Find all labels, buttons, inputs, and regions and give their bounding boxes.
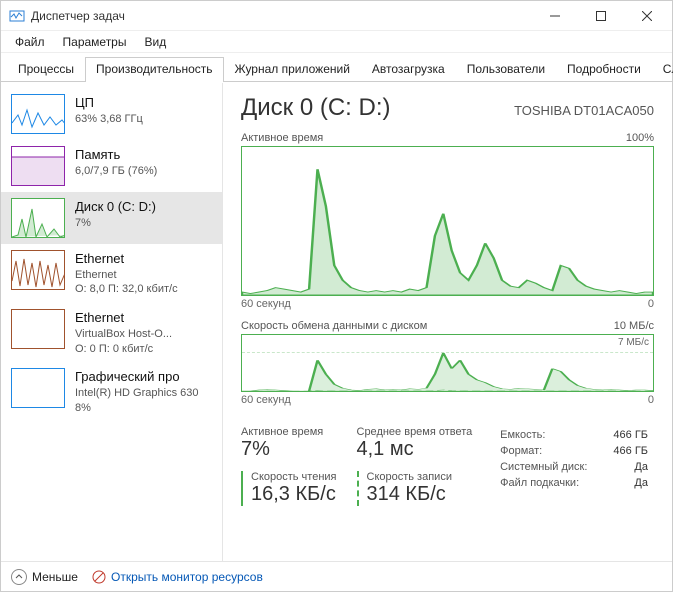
eth1-thumb <box>11 250 65 290</box>
prop-key: Файл подкачки: <box>500 476 591 490</box>
footer-bar: Меньше Открыть монитор ресурсов <box>1 561 672 591</box>
page-title: Диск 0 (C: D:) <box>241 94 391 122</box>
prop-key: Системный диск: <box>500 460 591 474</box>
open-resource-monitor-link[interactable]: Открыть монитор ресурсов <box>92 570 263 584</box>
chart1-x-right: 0 <box>648 298 654 310</box>
stat-response-value: 4,1 мс <box>357 438 473 461</box>
stat-write-value: 314 КБ/с <box>367 483 473 506</box>
disk-title: Диск 0 (C: D:) <box>75 198 156 216</box>
prop-val: 466 ГБ <box>593 428 652 442</box>
eth1-sub1: Ethernet <box>75 268 178 283</box>
minimize-button[interactable] <box>532 1 578 31</box>
tab-startup[interactable]: Автозагрузка <box>361 57 456 82</box>
tab-strip: Процессы Производительность Журнал прило… <box>1 53 672 82</box>
table-row: Файл подкачки:Да <box>500 476 652 490</box>
stat-active-value: 7% <box>241 438 337 461</box>
gpu-thumb <box>11 368 65 408</box>
stat-write-label: Скорость записи <box>367 471 473 483</box>
task-manager-window: Диспетчер задач Файл Параметры Вид Проце… <box>0 0 673 592</box>
stat-active-label: Активное время <box>241 426 337 438</box>
menu-options[interactable]: Параметры <box>55 33 135 51</box>
stat-active-time: Активное время 7% <box>241 426 337 461</box>
throughput-chart[interactable]: 7 МБ/с <box>241 334 654 392</box>
maximize-button[interactable] <box>578 1 624 31</box>
chevron-up-icon <box>11 569 27 585</box>
resource-monitor-icon <box>92 570 106 584</box>
eth1-sub2: О: 8,0 П: 32,0 кбит/с <box>75 282 178 297</box>
stat-response-time: Среднее время ответа 4,1 мс <box>357 426 473 461</box>
gpu-title: Графический про <box>75 368 199 386</box>
eth2-sub1: VirtualBox Host-O... <box>75 327 172 342</box>
throughput-chart-max: 10 МБ/с <box>614 320 654 332</box>
sidebar-item-memory[interactable]: Память 6,0/7,9 ГБ (76%) <box>1 140 222 192</box>
fewer-details-button[interactable]: Меньше <box>11 569 78 585</box>
chart1-x-left: 60 секунд <box>241 298 291 310</box>
stat-read-speed: Скорость чтения 16,3 КБ/с <box>241 471 337 506</box>
title-bar[interactable]: Диспетчер задач <box>1 1 672 31</box>
sidebar-item-ethernet-2[interactable]: Ethernet VirtualBox Host-O... О: 0 П: 0 … <box>1 303 222 362</box>
table-row: Системный диск:Да <box>500 460 652 474</box>
content-area: ЦП 63% 3,68 ГГц Память 6,0/7,9 ГБ (76%) <box>1 82 672 561</box>
sidebar-item-disk[interactable]: Диск 0 (C: D:) 7% <box>1 192 222 244</box>
tab-processes[interactable]: Процессы <box>7 57 85 82</box>
chart2-x-right: 0 <box>648 394 654 406</box>
throughput-sublabel: 7 МБ/с <box>618 337 649 348</box>
stat-read-label: Скорость чтения <box>251 471 337 483</box>
table-row: Формат:466 ГБ <box>500 444 652 458</box>
cpu-thumb <box>11 94 65 134</box>
tab-details[interactable]: Подробности <box>556 57 652 82</box>
window-title: Диспетчер задач <box>31 9 532 23</box>
menu-bar: Файл Параметры Вид <box>1 31 672 53</box>
cpu-title: ЦП <box>75 94 143 112</box>
menu-file[interactable]: Файл <box>7 33 53 51</box>
tab-app-history[interactable]: Журнал приложений <box>224 57 361 82</box>
memory-sub: 6,0/7,9 ГБ (76%) <box>75 164 157 179</box>
disk-detail-pane: Диск 0 (C: D:) TOSHIBA DT01ACA050 Активн… <box>223 82 672 561</box>
open-resource-monitor-label: Открыть монитор ресурсов <box>111 570 263 584</box>
resource-sidebar[interactable]: ЦП 63% 3,68 ГГц Память 6,0/7,9 ГБ (76%) <box>1 82 223 561</box>
gpu-sub2: 8% <box>75 401 199 416</box>
gpu-sub1: Intel(R) HD Graphics 630 <box>75 386 199 401</box>
prop-val: Да <box>593 460 652 474</box>
app-icon <box>9 8 25 24</box>
sidebar-item-gpu[interactable]: Графический про Intel(R) HD Graphics 630… <box>1 362 222 421</box>
sidebar-item-ethernet-1[interactable]: Ethernet Ethernet О: 8,0 П: 32,0 кбит/с <box>1 244 222 303</box>
menu-view[interactable]: Вид <box>136 33 174 51</box>
disk-thumb <box>11 198 65 238</box>
disk-properties-table: Емкость:466 ГБ Формат:466 ГБ Системный д… <box>498 426 654 492</box>
sidebar-item-cpu[interactable]: ЦП 63% 3,68 ГГц <box>1 88 222 140</box>
eth2-title: Ethernet <box>75 309 172 327</box>
throughput-chart-label: Скорость обмена данными с диском <box>241 320 427 332</box>
chart2-x-left: 60 секунд <box>241 394 291 406</box>
active-time-chart-label: Активное время <box>241 132 323 144</box>
fewer-details-label: Меньше <box>32 570 78 584</box>
eth2-sub2: О: 0 П: 0 кбит/с <box>75 342 172 357</box>
prop-key: Формат: <box>500 444 591 458</box>
disk-sub: 7% <box>75 216 156 231</box>
prop-key: Емкость: <box>500 428 591 442</box>
active-time-chart-max: 100% <box>626 132 654 144</box>
stat-response-label: Среднее время ответа <box>357 426 473 438</box>
disk-model: TOSHIBA DT01ACA050 <box>514 103 654 118</box>
close-button[interactable] <box>624 1 670 31</box>
memory-title: Память <box>75 146 157 164</box>
prop-val: Да <box>593 476 652 490</box>
tab-performance[interactable]: Производительность <box>85 57 223 82</box>
prop-val: 466 ГБ <box>593 444 652 458</box>
memory-thumb <box>11 146 65 186</box>
eth2-thumb <box>11 309 65 349</box>
stat-read-value: 16,3 КБ/с <box>251 483 337 506</box>
table-row: Емкость:466 ГБ <box>500 428 652 442</box>
cpu-sub: 63% 3,68 ГГц <box>75 112 143 127</box>
stat-write-speed: Скорость записи 314 КБ/с <box>357 471 473 506</box>
eth1-title: Ethernet <box>75 250 178 268</box>
tab-services[interactable]: Службы <box>652 57 673 82</box>
tab-users[interactable]: Пользователи <box>456 57 556 82</box>
active-time-chart[interactable] <box>241 146 654 296</box>
